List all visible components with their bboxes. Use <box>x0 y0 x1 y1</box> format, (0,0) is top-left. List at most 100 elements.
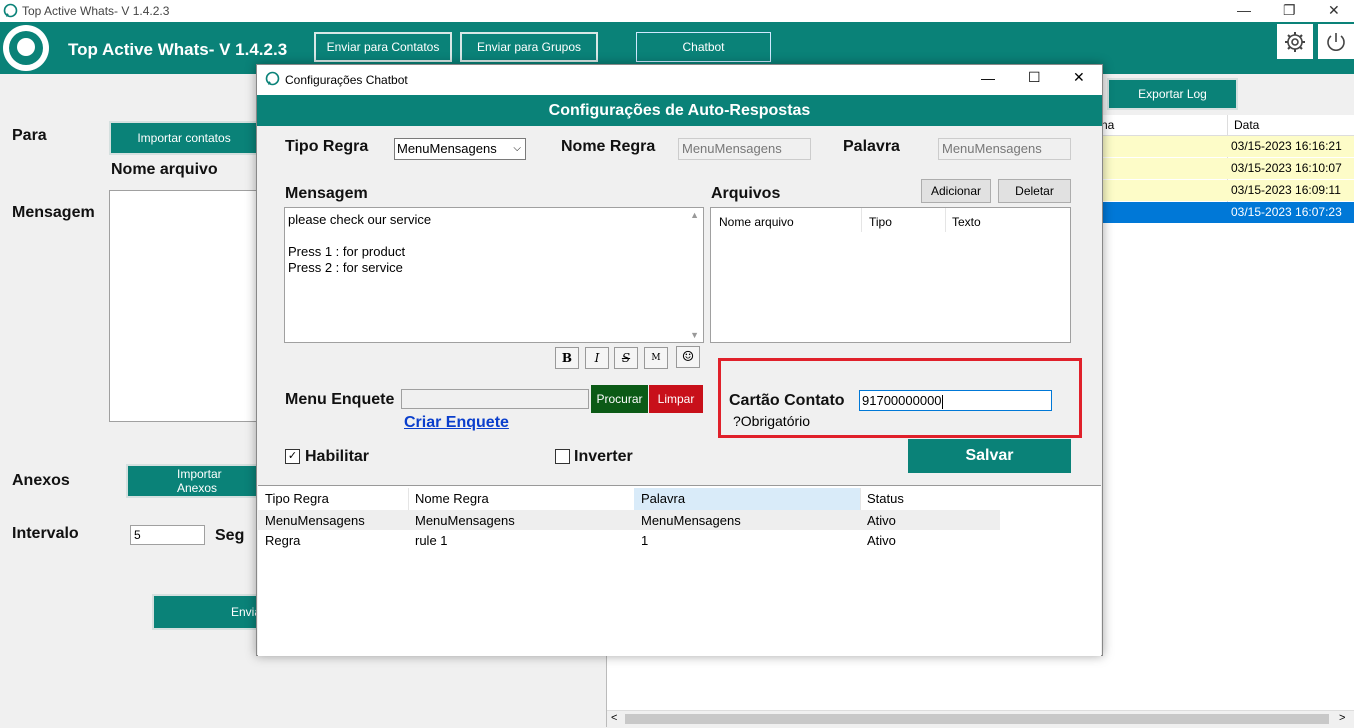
rules-grid: Tipo Regra Nome Regra Palavra Status Men… <box>258 485 1101 656</box>
arquivos-col-nome: Nome arquivo <box>719 215 794 229</box>
rules-grid-row[interactable]: MenuMensagens MenuMensagens MenuMensagens A… <box>258 510 1000 530</box>
log-row[interactable]: 03/15-2023 16:10:07 <box>1100 158 1354 179</box>
window-titlebar: Top Active Whats- V 1.4.2.3 — ❐ ✕ <box>0 0 1354 22</box>
log-hscrollbar[interactable]: < > <box>607 710 1354 728</box>
log-row-date: 03/15-2023 16:16:21 <box>1231 139 1342 153</box>
close-icon[interactable]: ✕ <box>1328 2 1340 19</box>
cartao-contato-label: Cartão Contato <box>729 392 845 409</box>
rules-grid-cell: MenuMensagens <box>641 513 741 528</box>
log-row[interactable]: 03/15-2023 16:16:21 <box>1100 136 1354 157</box>
col-sep <box>861 208 862 232</box>
settings-button[interactable] <box>1277 24 1313 59</box>
dialog-minimize-icon[interactable]: — <box>981 70 995 86</box>
emoji-button[interactable]: ☺ <box>676 346 700 368</box>
nav-enviar-contatos-button[interactable]: Enviar para Contatos <box>314 32 452 62</box>
nav-chatbot-button[interactable]: Chatbot <box>636 32 771 62</box>
mensagem-line: Press 1 : for product <box>288 244 406 259</box>
log-row[interactable]: 03/15-2023 16:07:23 <box>1100 202 1354 223</box>
rules-grid-cell: Ativo <box>867 533 896 548</box>
grid-col-tipo-regra[interactable]: Tipo Regra <box>265 491 329 506</box>
grid-col-status[interactable]: Status <box>867 491 904 506</box>
power-icon <box>1327 32 1345 51</box>
nome-arquivo-label: Nome arquivo <box>111 161 218 178</box>
mensagem-line: please check our service <box>288 212 432 227</box>
palavra-label: Palavra <box>843 138 900 155</box>
app-logo-phone <box>17 38 35 56</box>
whatsapp-icon <box>265 71 280 86</box>
grid-col-nome-regra[interactable]: Nome Regra <box>415 491 489 506</box>
import-contacts-button[interactable]: Importar contatos <box>109 121 259 155</box>
deletar-button[interactable]: Deletar <box>998 179 1071 203</box>
scroll-left-icon[interactable]: < <box>611 712 617 724</box>
rules-grid-cell: 1 <box>641 533 649 548</box>
criar-enquete-link[interactable]: Criar Enquete <box>404 414 509 432</box>
italic-button[interactable]: I <box>585 347 609 369</box>
nome-regra-input[interactable]: MenuMensagens <box>678 138 811 160</box>
dialog-title: Configurações Chatbot <box>285 73 408 87</box>
nav-enviar-grupos-button[interactable]: Enviar para Grupos <box>460 32 598 62</box>
adicionar-button[interactable]: Adicionar <box>921 179 991 203</box>
bold-button[interactable]: B <box>555 347 579 369</box>
palavra-input[interactable]: MenuMensagens <box>938 138 1071 160</box>
import-anexos-button[interactable]: Importar Anexos <box>126 464 260 498</box>
export-log-button[interactable]: Exportar Log <box>1107 78 1238 110</box>
log-table-bottom <box>607 656 1354 710</box>
enviar-button[interactable]: Envia <box>152 594 261 630</box>
dialog-close-icon[interactable]: ✕ <box>1073 69 1085 86</box>
scroll-down-icon[interactable]: ▼ <box>690 330 699 340</box>
scroll-up-icon[interactable]: ▲ <box>690 210 699 220</box>
seg-label: Seg <box>215 527 245 544</box>
para-label: Para <box>12 127 47 144</box>
power-button[interactable] <box>1318 24 1354 59</box>
dialog-mensagem-textarea[interactable]: please check our service Press 1 : for pr… <box>284 207 704 343</box>
monospace-button[interactable]: M <box>644 347 668 369</box>
dialog-maximize-icon[interactable]: ☐ <box>1028 69 1041 86</box>
gear-icon <box>1285 31 1305 52</box>
strikethrough-button[interactable]: S <box>614 347 638 369</box>
chatbot-dialog: Configurações Chatbot — ☐ ✕ Configuraçõe… <box>256 64 1103 656</box>
col-sep <box>408 488 409 510</box>
mensagem-label: Mensagem <box>12 204 95 221</box>
arquivos-label: Arquivos <box>711 185 781 202</box>
nome-regra-label: Nome Regra <box>561 138 656 155</box>
menu-enquete-label: Menu Enquete <box>285 391 395 408</box>
tipo-regra-select[interactable]: MenuMensagens ⌵ <box>394 138 526 160</box>
habilitar-checkbox[interactable]: ✓ <box>285 449 300 464</box>
habilitar-label: Habilitar <box>305 448 370 465</box>
restore-icon[interactable]: ❐ <box>1283 2 1296 19</box>
tipo-regra-label: Tipo Regra <box>285 138 369 155</box>
log-row[interactable]: 03/15-2023 16:09:11 <box>1100 180 1354 201</box>
dialog-titlebar: Configurações Chatbot — ☐ ✕ <box>257 65 1102 95</box>
minimize-icon[interactable]: — <box>1237 2 1251 18</box>
window-title: Top Active Whats- V 1.4.2.3 <box>22 4 170 18</box>
log-row-date: 03/15-2023 16:07:23 <box>1231 205 1342 219</box>
rules-grid-cell: MenuMensagens <box>265 513 365 528</box>
scroll-right-icon[interactable]: > <box>1339 712 1345 724</box>
cartao-contato-input[interactable]: 91700000000 <box>859 390 1052 411</box>
procurar-button[interactable]: Procurar <box>591 385 648 413</box>
menu-enquete-input[interactable] <box>401 389 589 409</box>
grid-col-palavra[interactable]: Palavra <box>641 491 685 506</box>
intervalo-input[interactable]: 5 <box>130 525 205 545</box>
tipo-regra-value: MenuMensagens <box>397 141 497 156</box>
app-title: Top Active Whats- V 1.4.2.3 <box>68 40 288 59</box>
inverter-checkbox[interactable] <box>555 449 570 464</box>
col-sep <box>860 488 861 510</box>
dialog-mensagem-label: Mensagem <box>285 185 368 202</box>
obrigatorio-text: ?Obrigatório <box>733 413 811 429</box>
rules-grid-header: Tipo Regra Nome Regra Palavra Status <box>258 488 1000 510</box>
arquivos-table: Nome arquivo Tipo Texto <box>710 207 1071 343</box>
inverter-label: Inverter <box>574 448 633 465</box>
rules-grid-row[interactable]: Regra rule 1 1 Ativo <box>258 530 1000 550</box>
rules-grid-cell: rule 1 <box>415 533 448 548</box>
cartao-contato-value: 91700000000 <box>862 393 942 408</box>
text-cursor <box>941 394 943 409</box>
intervalo-label: Intervalo <box>12 525 79 542</box>
arquivos-col-texto: Texto <box>952 215 981 229</box>
log-col-name: na <box>1101 118 1115 132</box>
limpar-button[interactable]: Limpar <box>649 385 703 413</box>
log-row-date: 03/15-2023 16:10:07 <box>1231 161 1342 175</box>
scroll-thumb[interactable] <box>625 714 1329 724</box>
salvar-button[interactable]: Salvar <box>908 439 1071 473</box>
mensagem-textarea[interactable] <box>109 190 259 422</box>
